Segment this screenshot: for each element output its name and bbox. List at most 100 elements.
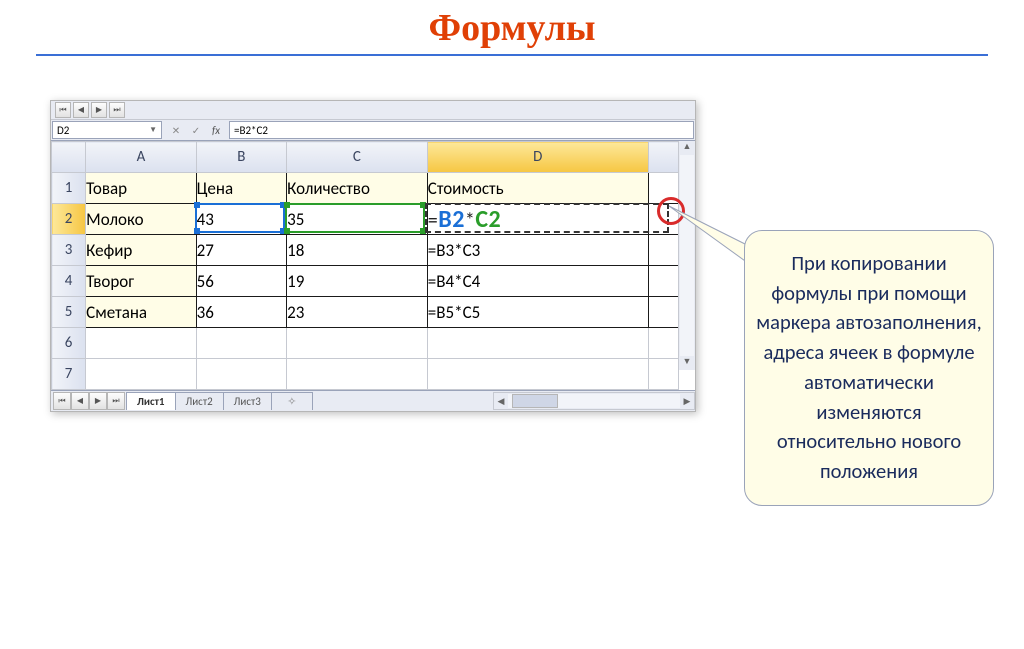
table-row: 6 bbox=[52, 328, 679, 359]
cell-d4[interactable]: =B4*C4 bbox=[427, 266, 648, 297]
title-divider bbox=[36, 54, 988, 56]
formula-bar: D2 ▼ ✕ ✓ fx =B2*C2 bbox=[51, 120, 695, 141]
scroll-right-icon[interactable]: ▶ bbox=[680, 396, 694, 407]
title-area: Формулы bbox=[0, 0, 1024, 50]
row-header-4[interactable]: 4 bbox=[52, 266, 86, 297]
cell-d5[interactable]: =B5*C5 bbox=[427, 297, 648, 328]
table-row: 1 Товар Цена Количество Стоимость bbox=[52, 173, 679, 204]
name-box-dropdown-icon[interactable]: ▼ bbox=[149, 125, 157, 135]
row-header-1[interactable]: 1 bbox=[52, 173, 86, 204]
cell-a6[interactable] bbox=[86, 328, 197, 359]
cell-c4[interactable]: 19 bbox=[287, 266, 428, 297]
win-nav-prev-icon[interactable]: ◀ bbox=[73, 102, 89, 118]
cell-b3[interactable]: 27 bbox=[196, 235, 286, 266]
cell-e7[interactable] bbox=[648, 359, 678, 390]
cell-b6[interactable] bbox=[196, 328, 286, 359]
h-scroll-thumb[interactable] bbox=[512, 394, 558, 408]
cell-d6[interactable] bbox=[427, 328, 648, 359]
formula-ref1: B2 bbox=[438, 205, 465, 234]
cell-b2-value: 43 bbox=[197, 209, 214, 230]
sheet-table: A B C D 1 Товар Цена Количество Стоимост… bbox=[51, 141, 679, 390]
horizontal-scrollbar[interactable]: ◀ ▶ bbox=[493, 392, 695, 410]
cell-c5[interactable]: 23 bbox=[287, 297, 428, 328]
fx-icon[interactable]: fx bbox=[207, 121, 225, 139]
cell-d2-active[interactable]: =B2*C2 bbox=[427, 204, 648, 235]
name-box[interactable]: D2 ▼ bbox=[52, 121, 162, 139]
win-nav-last-icon[interactable]: ⏭ bbox=[109, 102, 125, 118]
cell-e5[interactable] bbox=[648, 297, 678, 328]
window-toolbar: ⏮ ◀ ▶ ⏭ bbox=[51, 101, 695, 120]
formula-input[interactable]: =B2*C2 bbox=[229, 121, 694, 139]
row-header-3[interactable]: 3 bbox=[52, 235, 86, 266]
cell-c2-value: 35 bbox=[287, 209, 304, 230]
col-header-a[interactable]: A bbox=[86, 142, 197, 173]
col-header-empty[interactable] bbox=[648, 142, 678, 173]
formula-ref2: C2 bbox=[475, 205, 501, 234]
cell-c7[interactable] bbox=[287, 359, 428, 390]
column-headers-row: A B C D bbox=[52, 142, 679, 173]
scroll-up-icon[interactable]: ▲ bbox=[683, 141, 692, 155]
cell-d3[interactable]: =B3*C3 bbox=[427, 235, 648, 266]
callout-box: При копировании формулы при помощи марке… bbox=[744, 230, 994, 506]
row-header-6[interactable]: 6 bbox=[52, 328, 86, 359]
formula-bar-buttons: ✕ ✓ fx bbox=[163, 120, 229, 140]
cell-d1[interactable]: Стоимость bbox=[427, 173, 648, 204]
slide-title: Формулы bbox=[0, 6, 1024, 50]
row-header-5[interactable]: 5 bbox=[52, 297, 86, 328]
cell-a2[interactable]: Молоко bbox=[86, 204, 197, 235]
cell-d2-formula: =B2*C2 bbox=[428, 209, 501, 233]
cell-e6[interactable] bbox=[648, 328, 678, 359]
cell-c2[interactable]: 35 bbox=[287, 204, 428, 235]
tab-nav-last-icon[interactable]: ⏭ bbox=[107, 392, 125, 410]
table-row: 3 Кефир 27 18 =B3*C3 bbox=[52, 235, 679, 266]
cell-b2[interactable]: 43 bbox=[196, 204, 286, 235]
row-header-7[interactable]: 7 bbox=[52, 359, 86, 390]
sheet-tab-2[interactable]: Лист2 bbox=[175, 392, 224, 410]
cell-a7[interactable] bbox=[86, 359, 197, 390]
tab-nav-first-icon[interactable]: ⏮ bbox=[53, 392, 71, 410]
win-nav-next-icon[interactable]: ▶ bbox=[91, 102, 107, 118]
table-row: 7 bbox=[52, 359, 679, 390]
select-all-triangle[interactable] bbox=[52, 142, 86, 173]
name-box-value: D2 bbox=[57, 124, 69, 137]
sheet-tab-3[interactable]: Лист3 bbox=[223, 392, 272, 410]
cell-a3[interactable]: Кефир bbox=[86, 235, 197, 266]
new-sheet-icon[interactable]: ✧ bbox=[271, 392, 313, 410]
col-header-d[interactable]: D bbox=[427, 142, 648, 173]
sheet-tab-1[interactable]: Лист1 bbox=[126, 392, 176, 410]
cell-b7[interactable] bbox=[196, 359, 286, 390]
table-row: 5 Сметана 36 23 =B5*C5 bbox=[52, 297, 679, 328]
cell-b4[interactable]: 56 bbox=[196, 266, 286, 297]
cell-c6[interactable] bbox=[287, 328, 428, 359]
formula-eq: = bbox=[428, 209, 438, 233]
scroll-left-icon[interactable]: ◀ bbox=[494, 396, 508, 407]
formula-star: * bbox=[465, 209, 475, 233]
table-row: 2 Молоко 43 35 =B2*C2 bbox=[52, 204, 679, 235]
excel-window: ⏮ ◀ ▶ ⏭ D2 ▼ ✕ ✓ fx =B2*C2 bbox=[50, 100, 696, 412]
col-header-b[interactable]: B bbox=[196, 142, 286, 173]
sheet-tab-bar: ⏮ ◀ ▶ ⏭ Лист1 Лист2 Лист3 ✧ ◀ ▶ bbox=[51, 390, 695, 411]
win-nav-first-icon[interactable]: ⏮ bbox=[55, 102, 71, 118]
cell-b5[interactable]: 36 bbox=[196, 297, 286, 328]
cell-a5[interactable]: Сметана bbox=[86, 297, 197, 328]
scroll-down-icon[interactable]: ▼ bbox=[683, 356, 692, 370]
cell-a1[interactable]: Товар bbox=[86, 173, 197, 204]
enter-icon[interactable]: ✓ bbox=[187, 121, 205, 139]
formula-input-text: =B2*C2 bbox=[234, 124, 268, 137]
cell-c3[interactable]: 18 bbox=[287, 235, 428, 266]
h-scroll-track[interactable] bbox=[508, 394, 680, 408]
cell-c1[interactable]: Количество bbox=[287, 173, 428, 204]
tab-nav: ⏮ ◀ ▶ ⏭ bbox=[51, 392, 127, 410]
tab-nav-next-icon[interactable]: ▶ bbox=[89, 392, 107, 410]
tab-nav-prev-icon[interactable]: ◀ bbox=[71, 392, 89, 410]
cell-d7[interactable] bbox=[427, 359, 648, 390]
slide: Формулы ⏮ ◀ ▶ ⏭ D2 ▼ ✕ ✓ fx =B2*C2 bbox=[0, 0, 1024, 649]
cell-b1[interactable]: Цена bbox=[196, 173, 286, 204]
spreadsheet-grid: A B C D 1 Товар Цена Количество Стоимост… bbox=[51, 141, 695, 390]
table-row: 4 Творог 56 19 =B4*C4 bbox=[52, 266, 679, 297]
callout-text: При копировании формулы при помощи марке… bbox=[756, 250, 981, 484]
col-header-c[interactable]: C bbox=[287, 142, 428, 173]
row-header-2[interactable]: 2 bbox=[52, 204, 86, 235]
cancel-icon[interactable]: ✕ bbox=[167, 121, 185, 139]
cell-a4[interactable]: Творог bbox=[86, 266, 197, 297]
